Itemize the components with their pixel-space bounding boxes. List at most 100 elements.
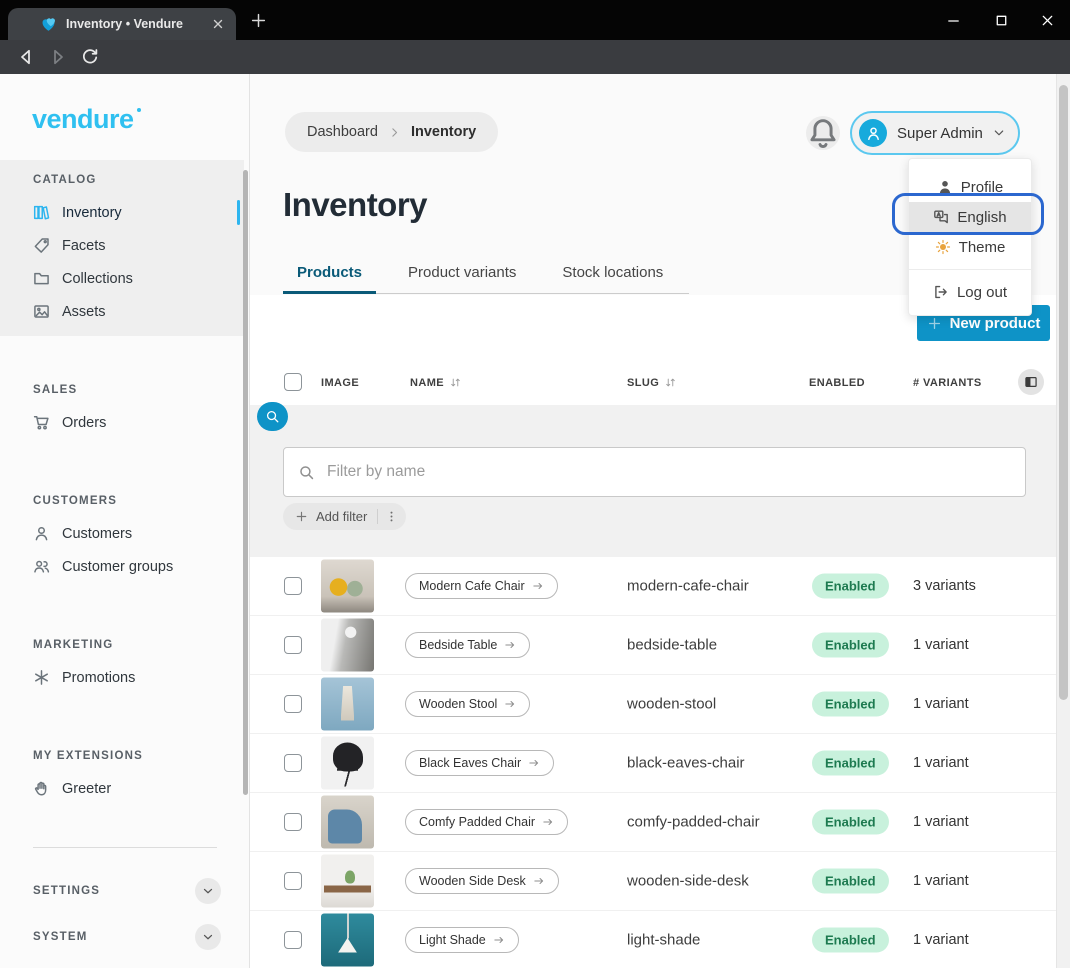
sidebar-item-label: Facets	[62, 238, 106, 254]
asterisk-icon	[33, 669, 50, 686]
user-menu-button[interactable]: Super Admin	[850, 111, 1020, 155]
filter-by-name-input[interactable]	[325, 462, 1011, 482]
variant-count: 1 variant	[913, 873, 969, 889]
search-toggle-button[interactable]	[257, 402, 288, 431]
row-checkbox[interactable]	[284, 931, 302, 949]
product-name-link[interactable]: Modern Cafe Chair	[405, 573, 558, 599]
window-minimize-icon[interactable]	[938, 4, 968, 36]
product-name-link[interactable]: Comfy Padded Chair	[405, 809, 568, 835]
sidebar-scrollbar-thumb[interactable]	[243, 170, 248, 795]
tab-close-icon[interactable]	[210, 16, 226, 32]
chevron-down-icon	[201, 884, 215, 898]
user-icon	[33, 525, 50, 542]
browser-tab[interactable]: Inventory • Vendure	[8, 8, 236, 40]
variant-count: 1 variant	[913, 755, 969, 771]
menu-item-profile[interactable]: Profile	[909, 172, 1031, 202]
nav-group-label: SYSTEM	[33, 931, 88, 943]
table-row: Black Eaves Chairblack-eaves-chairEnable…	[250, 734, 1056, 793]
sidebar-divider	[33, 847, 217, 848]
notifications-button[interactable]	[806, 116, 840, 150]
row-checkbox[interactable]	[284, 577, 302, 595]
variant-count: 1 variant	[913, 696, 969, 712]
sidebar-item-customer-groups[interactable]: Customer groups	[0, 550, 244, 583]
page-scrollbar-thumb[interactable]	[1059, 85, 1068, 700]
arrow-right-icon	[504, 698, 516, 710]
product-thumbnail	[321, 855, 374, 908]
sidebar-item-assets[interactable]: Assets	[0, 295, 244, 328]
sidebar-item-label: Promotions	[62, 670, 135, 686]
nav-group-system[interactable]: SYSTEM	[0, 923, 249, 951]
arrow-right-icon	[528, 757, 540, 769]
new-tab-icon[interactable]	[250, 12, 267, 29]
add-filter-button[interactable]: Add filter	[283, 503, 406, 530]
menu-item-theme[interactable]: Theme	[909, 232, 1031, 262]
product-slug: modern-cafe-chair	[627, 578, 749, 595]
sidebar-item-facets[interactable]: Facets	[0, 229, 244, 262]
vendure-favicon-icon	[40, 16, 57, 33]
tab-title: Inventory • Vendure	[66, 17, 183, 31]
sidebar-item-greeter[interactable]: Greeter	[0, 772, 244, 805]
table-header: IMAGENAMESLUGENABLED# VARIANTS	[250, 360, 1056, 405]
sidebar-item-orders[interactable]: Orders	[0, 406, 244, 439]
product-name: Black Eaves Chair	[419, 756, 521, 770]
image-icon	[33, 303, 50, 320]
tab-stock-locations[interactable]: Stock locations	[548, 256, 677, 294]
sidebar-item-collections[interactable]: Collections	[0, 262, 244, 295]
chevron-right-icon	[388, 126, 401, 139]
user-name: Super Admin	[897, 125, 983, 142]
filter-options-button[interactable]	[380, 506, 402, 528]
select-all-checkbox[interactable]	[284, 373, 302, 391]
expand-group-button[interactable]	[195, 924, 221, 950]
expand-group-button[interactable]	[195, 878, 221, 904]
variant-count: 1 variant	[913, 932, 969, 948]
row-checkbox[interactable]	[284, 872, 302, 890]
product-slug: light-shade	[627, 932, 700, 949]
row-checkbox[interactable]	[284, 636, 302, 654]
nav-group-marketing: MARKETINGPromotions	[0, 625, 244, 702]
menu-item-english[interactable]: English	[909, 202, 1031, 232]
column-settings-button[interactable]	[1018, 369, 1044, 395]
row-checkbox[interactable]	[284, 754, 302, 772]
sidebar-footer: SETTINGS SYSTEM	[0, 877, 249, 951]
column-label: ENABLED	[809, 377, 865, 389]
menu-item-log-out[interactable]: Log out	[909, 277, 1031, 307]
row-checkbox[interactable]	[284, 813, 302, 831]
sort-icon	[664, 376, 677, 389]
product-name-link[interactable]: Black Eaves Chair	[405, 750, 554, 776]
nav-group-label: MY EXTENSIONS	[0, 744, 244, 772]
user-filled-icon	[937, 179, 953, 195]
search-icon	[298, 464, 315, 481]
status-badge: Enabled	[812, 574, 889, 599]
breadcrumb-item-inventory[interactable]: Inventory	[411, 124, 476, 140]
nav-group-settings[interactable]: SETTINGS	[0, 877, 249, 905]
breadcrumb-item-dashboard[interactable]: Dashboard	[307, 124, 378, 140]
filter-input-wrap	[283, 447, 1026, 497]
window-close-icon[interactable]	[1032, 4, 1062, 36]
translate-icon	[933, 209, 949, 225]
nav-group-sales: SALESOrders	[0, 370, 244, 447]
variant-count: 1 variant	[913, 637, 969, 653]
user-avatar	[859, 119, 887, 147]
sidebar-item-inventory[interactable]: Inventory	[0, 196, 244, 229]
tab-product-variants[interactable]: Product variants	[394, 256, 530, 294]
tab-bar: Products Product variants Stock locations	[283, 256, 689, 294]
sidebar-item-promotions[interactable]: Promotions	[0, 661, 244, 694]
status-badge: Enabled	[812, 633, 889, 658]
row-checkbox[interactable]	[284, 695, 302, 713]
product-name-link[interactable]: Wooden Side Desk	[405, 868, 559, 894]
column-header-slug[interactable]: SLUG	[627, 360, 677, 405]
forward-icon[interactable]	[48, 47, 68, 67]
column-header-image: IMAGE	[321, 360, 359, 405]
product-name-link[interactable]: Bedside Table	[405, 632, 530, 658]
variant-count: 1 variant	[913, 814, 969, 830]
window-maximize-icon[interactable]	[986, 4, 1016, 36]
reload-icon[interactable]	[80, 47, 100, 67]
arrow-right-icon	[542, 816, 554, 828]
tab-products[interactable]: Products	[283, 256, 376, 294]
sidebar-item-customers[interactable]: Customers	[0, 517, 244, 550]
product-name-link[interactable]: Wooden Stool	[405, 691, 530, 717]
back-icon[interactable]	[16, 47, 36, 67]
variant-count: 3 variants	[913, 578, 976, 594]
product-name-link[interactable]: Light Shade	[405, 927, 519, 953]
column-header-name[interactable]: NAME	[410, 360, 462, 405]
